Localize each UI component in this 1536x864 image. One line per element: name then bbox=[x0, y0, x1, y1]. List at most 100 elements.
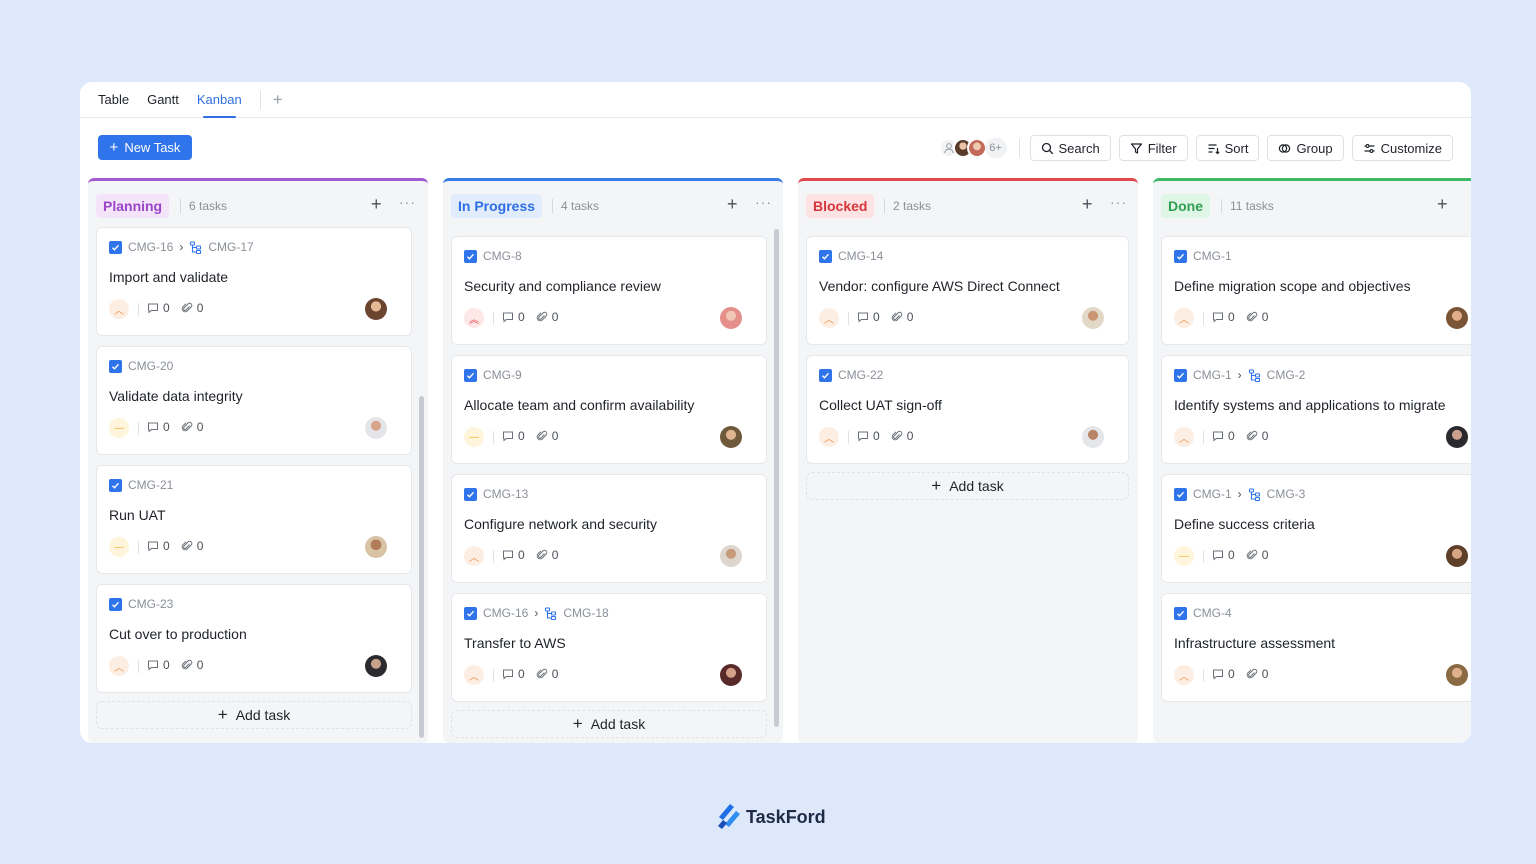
assignee-avatar[interactable] bbox=[1082, 307, 1104, 329]
priority-high-icon[interactable]: ︿ bbox=[819, 308, 839, 328]
comment-icon bbox=[1213, 312, 1223, 323]
sort-icon bbox=[1208, 143, 1220, 154]
card-meta: 0 0 bbox=[857, 429, 921, 443]
assignee-avatar[interactable] bbox=[1446, 664, 1468, 686]
footer-divider bbox=[138, 660, 139, 673]
add-view-icon[interactable]: + bbox=[273, 90, 283, 110]
task-card[interactable]: CMG-14 Vendor: configure AWS Direct Conn… bbox=[806, 236, 1129, 345]
task-checkbox-icon[interactable] bbox=[464, 606, 477, 620]
attachment-icon bbox=[1246, 311, 1257, 322]
member-avatars[interactable]: 6+ bbox=[938, 138, 1007, 158]
add-card-icon[interactable]: + bbox=[727, 194, 738, 215]
assignee-avatar[interactable] bbox=[1446, 426, 1468, 448]
footer-divider bbox=[493, 312, 494, 325]
more-options-icon[interactable]: ··· bbox=[755, 194, 772, 210]
assignee-avatar[interactable] bbox=[365, 655, 387, 677]
card-meta: 0 0 bbox=[502, 310, 566, 324]
add-task-button[interactable]: + Add task bbox=[806, 472, 1129, 500]
priority-high-icon[interactable]: ︿ bbox=[464, 665, 484, 685]
column-header: Planning 6 tasks + ··· bbox=[88, 181, 428, 227]
priority-medium-icon[interactable]: — bbox=[1174, 546, 1194, 566]
task-checkbox-icon[interactable] bbox=[109, 359, 122, 373]
priority-medium-icon[interactable]: — bbox=[109, 537, 129, 557]
tab-kanban[interactable]: Kanban bbox=[197, 82, 242, 118]
assignee-avatar[interactable] bbox=[1446, 307, 1468, 329]
task-card[interactable]: CMG-8 Security and compliance review ︽ 0… bbox=[451, 236, 767, 345]
task-card[interactable]: CMG-16 › CMG-18 Transfer to AWS ︿ 0 0 bbox=[451, 593, 767, 702]
task-checkbox-icon[interactable] bbox=[109, 240, 122, 254]
task-card[interactable]: CMG-21 Run UAT — 0 0 bbox=[96, 465, 412, 574]
column-scrollbar[interactable] bbox=[774, 229, 779, 727]
add-task-button[interactable]: + Add task bbox=[451, 710, 767, 738]
task-checkbox-icon[interactable] bbox=[819, 368, 832, 382]
task-card[interactable]: CMG-1 Define migration scope and objecti… bbox=[1161, 236, 1471, 345]
task-card[interactable]: CMG-20 Validate data integrity — 0 0 bbox=[96, 346, 412, 455]
task-card[interactable]: CMG-9 Allocate team and confirm availabi… bbox=[451, 355, 767, 464]
priority-high-icon[interactable]: ︿ bbox=[1174, 665, 1194, 685]
priority-high-icon[interactable]: ︿ bbox=[1174, 308, 1194, 328]
priority-high-icon[interactable]: ︿ bbox=[464, 546, 484, 566]
new-task-button[interactable]: + New Task bbox=[98, 135, 192, 160]
task-card[interactable]: CMG-13 Configure network and security ︿ … bbox=[451, 474, 767, 583]
group-button[interactable]: Group bbox=[1267, 135, 1344, 161]
assignee-avatar[interactable] bbox=[365, 536, 387, 558]
assignee-avatar[interactable] bbox=[720, 664, 742, 686]
task-card[interactable]: CMG-1 › CMG-2 Identify systems and appli… bbox=[1161, 355, 1471, 464]
toolbar: + New Task 6+ Search Filter Sort Group C… bbox=[98, 135, 1453, 161]
task-checkbox-icon[interactable] bbox=[109, 597, 122, 611]
card-footer: ︿ 0 0 bbox=[1174, 655, 1471, 701]
assignee-avatar[interactable] bbox=[720, 426, 742, 448]
task-checkbox-icon[interactable] bbox=[464, 368, 477, 382]
task-card[interactable]: CMG-23 Cut over to production ︿ 0 0 bbox=[96, 584, 412, 693]
add-card-icon[interactable]: + bbox=[371, 194, 382, 215]
priority-high-icon[interactable]: ︿ bbox=[1174, 427, 1194, 447]
assignee-avatar[interactable] bbox=[365, 298, 387, 320]
task-checkbox-icon[interactable] bbox=[109, 478, 122, 492]
task-checkbox-icon[interactable] bbox=[819, 249, 832, 263]
column-task-count: 4 tasks bbox=[552, 199, 599, 213]
task-card[interactable]: CMG-16 › CMG-17 Import and validate ︿ 0 … bbox=[96, 227, 412, 336]
plus-icon: + bbox=[931, 476, 942, 495]
assignee-avatar[interactable] bbox=[1082, 426, 1104, 448]
assignee-avatar[interactable] bbox=[720, 307, 742, 329]
add-card-icon[interactable]: + bbox=[1437, 194, 1448, 215]
more-options-icon[interactable]: ··· bbox=[1110, 194, 1127, 210]
task-checkbox-icon[interactable] bbox=[464, 249, 477, 263]
footer-divider bbox=[1203, 312, 1204, 325]
filter-button[interactable]: Filter bbox=[1118, 135, 1188, 161]
customize-button[interactable]: Customize bbox=[1351, 135, 1453, 161]
column-header: Done 11 tasks + bbox=[1153, 181, 1471, 227]
more-options-icon[interactable]: ··· bbox=[399, 194, 416, 210]
search-button[interactable]: Search bbox=[1029, 135, 1111, 161]
tab-table[interactable]: Table bbox=[98, 82, 129, 118]
add-card-icon[interactable]: + bbox=[1082, 194, 1093, 215]
priority-high-icon[interactable]: ︿ bbox=[109, 299, 129, 319]
assignee-avatar[interactable] bbox=[720, 545, 742, 567]
footer-divider bbox=[848, 312, 849, 325]
tab-gantt[interactable]: Gantt bbox=[147, 82, 179, 118]
task-checkbox-icon[interactable] bbox=[1174, 368, 1187, 382]
priority-high-icon[interactable]: ︿ bbox=[819, 427, 839, 447]
task-checkbox-icon[interactable] bbox=[1174, 606, 1187, 620]
assignee-avatar[interactable] bbox=[1446, 545, 1468, 567]
add-task-button[interactable]: + Add task bbox=[96, 701, 412, 729]
subtask-icon bbox=[545, 606, 557, 620]
assignee-avatar[interactable] bbox=[365, 417, 387, 439]
card-meta: 0 0 bbox=[857, 310, 921, 324]
priority-high-icon[interactable]: ︿ bbox=[109, 656, 129, 676]
card-ids: CMG-4 bbox=[1174, 605, 1471, 621]
task-checkbox-icon[interactable] bbox=[1174, 249, 1187, 263]
task-card[interactable]: CMG-4 Infrastructure assessment ︿ 0 0 bbox=[1161, 593, 1471, 702]
priority-urgent-icon[interactable]: ︽ bbox=[464, 308, 484, 328]
sort-button[interactable]: Sort bbox=[1195, 135, 1260, 161]
card-footer: ︿ 0 0 bbox=[819, 417, 1116, 463]
priority-medium-icon[interactable]: — bbox=[109, 418, 129, 438]
task-card[interactable]: CMG-1 › CMG-3 Define success criteria — … bbox=[1161, 474, 1471, 583]
task-checkbox-icon[interactable] bbox=[464, 487, 477, 501]
task-checkbox-icon[interactable] bbox=[1174, 487, 1187, 501]
priority-medium-icon[interactable]: — bbox=[464, 427, 484, 447]
task-card[interactable]: CMG-22 Collect UAT sign-off ︿ 0 0 bbox=[806, 355, 1129, 464]
column-scrollbar[interactable] bbox=[419, 396, 424, 738]
card-meta: 0 0 bbox=[1212, 429, 1276, 443]
card-ids: CMG-1 › CMG-2 bbox=[1174, 367, 1471, 383]
